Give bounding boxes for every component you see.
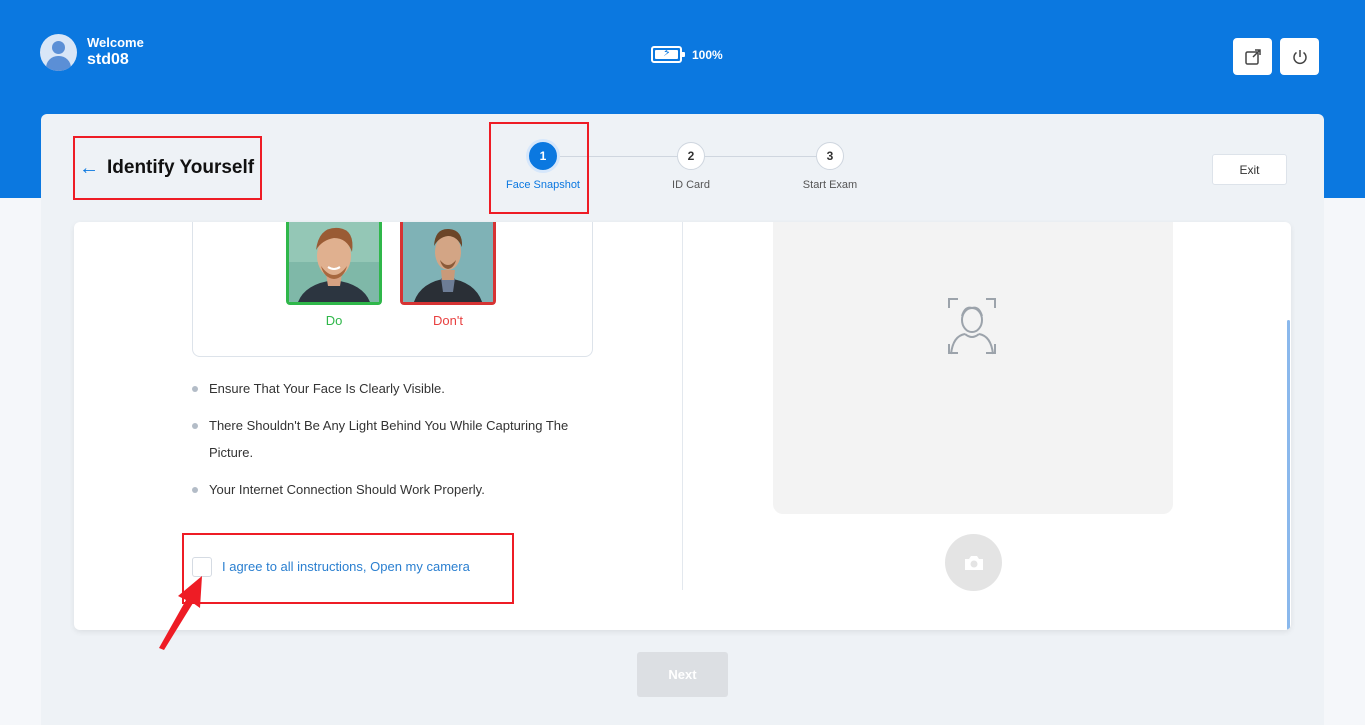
exit-button[interactable]: Exit: [1212, 154, 1287, 185]
step-2-circle[interactable]: 2: [677, 142, 705, 170]
good-example-photo: [286, 222, 382, 305]
panel-divider: [682, 222, 683, 590]
scrollbar[interactable]: [1287, 320, 1290, 630]
list-item: There Shouldn't Be Any Light Behind You …: [192, 412, 592, 466]
user-info: Welcome std08: [40, 34, 144, 71]
pointer-arrow-icon: [159, 576, 202, 650]
step-2-label: ID Card: [672, 179, 710, 191]
do-label: Do: [325, 313, 343, 328]
avatar: [40, 34, 77, 71]
agree-label[interactable]: I agree to all instructions, Open my cam…: [222, 559, 470, 574]
page-title: Identify Yourself: [107, 157, 255, 178]
battery-percent: 100%: [692, 47, 723, 62]
step-1-highlight: [489, 122, 589, 214]
step-3-label: Start Exam: [802, 179, 858, 191]
power-button[interactable]: [1280, 38, 1319, 75]
arrow-left-icon[interactable]: ←: [79, 158, 99, 178]
power-icon: [1292, 49, 1307, 64]
welcome-label: Welcome: [87, 35, 144, 50]
next-button[interactable]: Next: [637, 652, 728, 697]
camera-icon: [964, 555, 983, 570]
step-3-circle[interactable]: 3: [816, 142, 844, 170]
face-scan-icon: [948, 298, 996, 355]
list-item: Ensure That Your Face Is Clearly Visible…: [192, 375, 592, 402]
username: std08: [87, 51, 129, 68]
capture-button[interactable]: [945, 534, 1002, 591]
dont-label: Don't: [433, 313, 463, 328]
battery-status: ⚡ 100%: [651, 46, 723, 63]
page-header: ← Identify Yourself: [73, 136, 262, 200]
external-link-icon: [1244, 48, 1261, 65]
example-photos-box: [192, 222, 593, 357]
battery-icon: ⚡: [651, 46, 685, 63]
instructions-list: Ensure That Your Face Is Clearly Visible…: [192, 375, 592, 513]
external-link-button[interactable]: [1233, 38, 1272, 75]
bad-example-photo: [400, 222, 496, 305]
list-item: Your Internet Connection Should Work Pro…: [192, 476, 592, 503]
camera-preview: [773, 222, 1173, 514]
